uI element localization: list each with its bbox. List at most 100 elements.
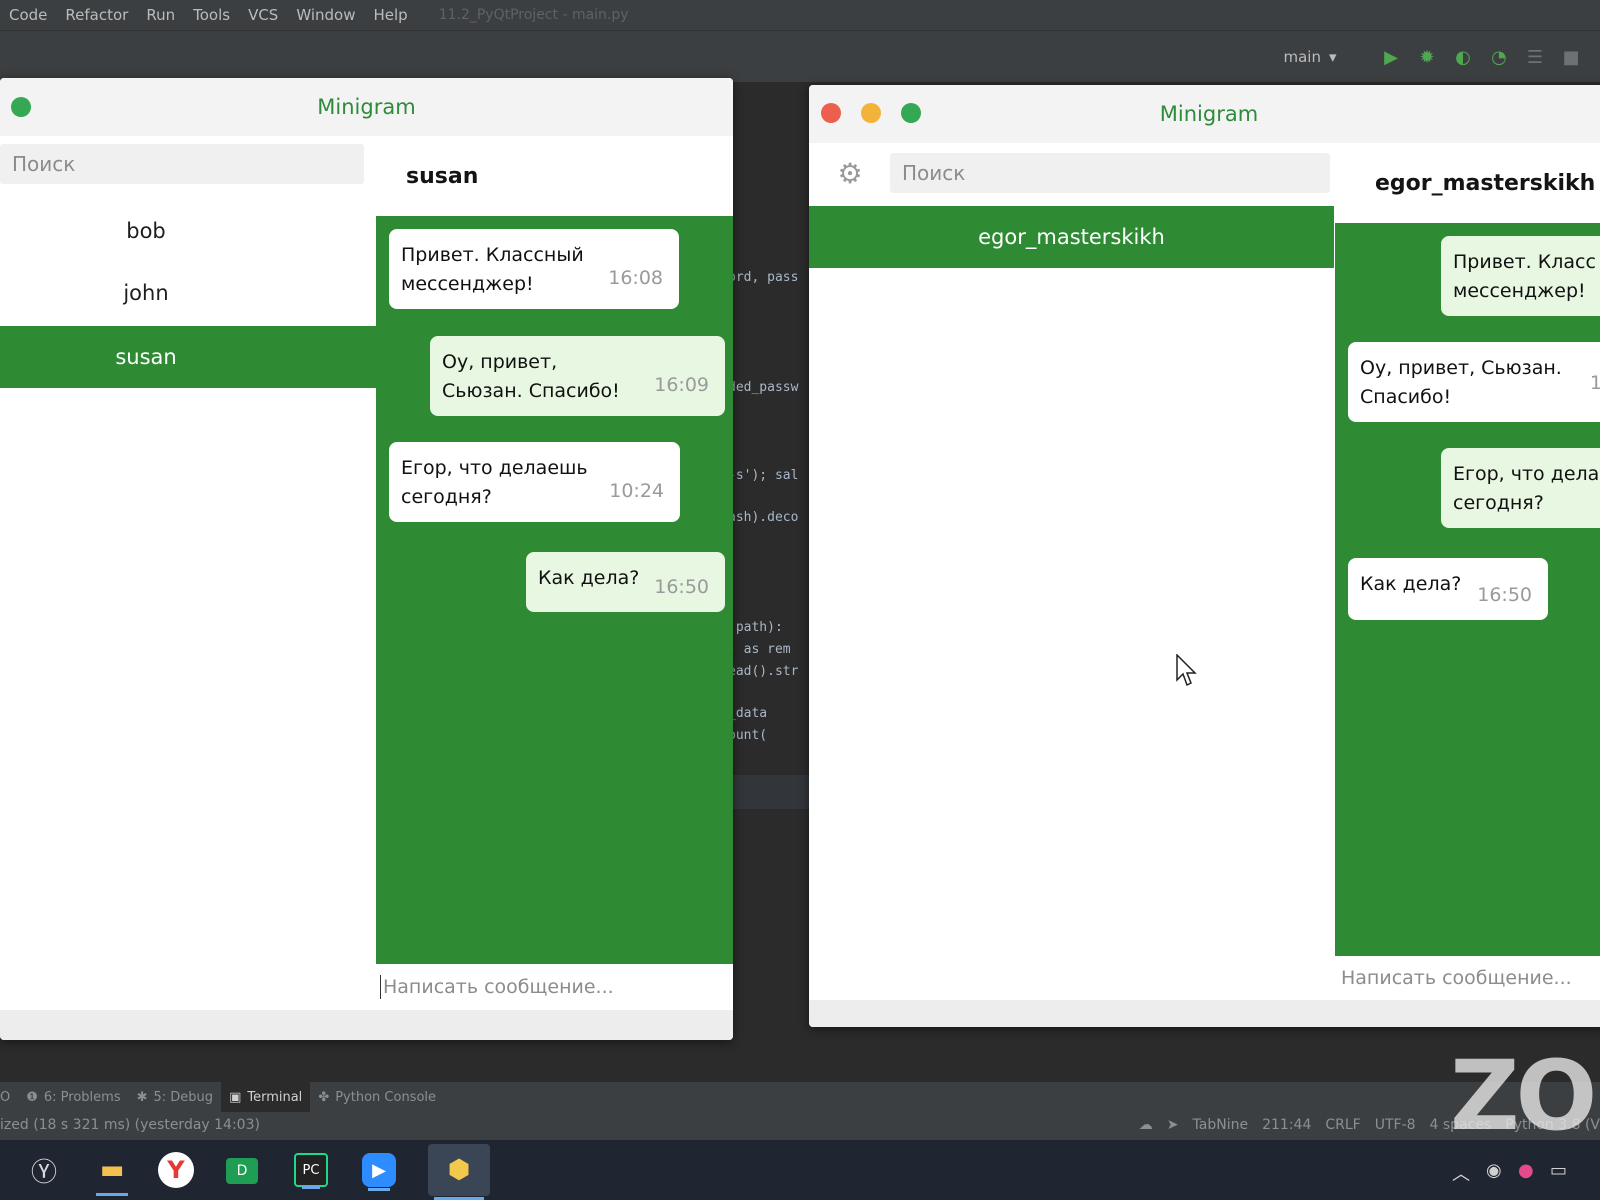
- status-position[interactable]: 211:44: [1262, 1117, 1311, 1133]
- search-placeholder: Поиск: [902, 161, 966, 185]
- search-placeholder: Поиск: [12, 152, 76, 176]
- message-bubble-outgoing: Егор, что дела сегодня?: [1441, 448, 1600, 528]
- tool-window-bar: O ❶ 6: Problems ✱ 5: Debug ▣ Terminal ✤ …: [0, 1082, 1600, 1112]
- code-editor-fragment: ord, pass ded_passw -s'); sal ash).deco …: [728, 260, 810, 780]
- status-line-sep[interactable]: CRLF: [1325, 1117, 1360, 1133]
- contact-label: egor_masterskikh: [978, 225, 1165, 249]
- maximize-button[interactable]: [11, 97, 31, 117]
- menu-refactor[interactable]: Refactor: [56, 6, 137, 24]
- yandex-icon[interactable]: Y: [158, 1152, 194, 1188]
- close-button[interactable]: [821, 103, 841, 123]
- chevron-up-icon[interactable]: ︿: [1452, 1160, 1470, 1186]
- notification-icon[interactable]: ●: [1518, 1160, 1534, 1181]
- code-line: ) as rem: [728, 642, 791, 657]
- window-titlebar: Minigram: [0, 78, 733, 136]
- message-text: сегодня?: [1453, 492, 1544, 514]
- chat-header-title: egor_masterskikh: [1375, 170, 1596, 196]
- tab-problems[interactable]: ❶ 6: Problems: [18, 1082, 128, 1112]
- zoom-icon[interactable]: ▶: [362, 1153, 396, 1191]
- message-time: 16:09: [654, 374, 709, 396]
- code-line: .path):: [728, 620, 783, 635]
- status-tabnine[interactable]: TabNine: [1193, 1117, 1249, 1133]
- message-text: Оу, привет, Сьюзан.: [1360, 357, 1562, 379]
- code-line: ount(: [728, 728, 768, 743]
- menu-code[interactable]: Code: [0, 6, 56, 24]
- build-icon[interactable]: ☰: [1524, 47, 1546, 69]
- message-text: мессенджер!: [1453, 280, 1586, 302]
- message-compose-input[interactable]: Написать сообщение...: [376, 964, 733, 1010]
- chat-header-title: susan: [406, 163, 479, 189]
- message-time: 16:08: [608, 267, 663, 289]
- search-input[interactable]: Поиск: [0, 144, 364, 184]
- message-bubble-incoming: Привет. Классный мессенджер! 16:08: [389, 229, 679, 309]
- tab-label: 6: Problems: [43, 1089, 121, 1105]
- tab-label: Terminal: [247, 1089, 303, 1105]
- record-icon[interactable]: ◉: [1486, 1160, 1502, 1181]
- window-titlebar: Minigram: [809, 85, 1600, 143]
- gear-icon[interactable]: ⚙: [835, 159, 865, 189]
- menu-window[interactable]: Window: [287, 6, 364, 24]
- window-title: Minigram: [317, 95, 416, 119]
- menu-tools[interactable]: Tools: [184, 6, 239, 24]
- message-bubble-incoming: Егор, что делаешь сегодня? 10:24: [389, 442, 680, 522]
- profile-icon[interactable]: ◔: [1488, 47, 1510, 69]
- message-bubble-outgoing: Оу, привет, Сьюзан. Спасибо! 16:09: [430, 336, 725, 416]
- message-bubble-outgoing: Привет. Класс мессенджер!: [1441, 236, 1600, 316]
- python-icon: ✤: [318, 1089, 330, 1105]
- tab-label: Python Console: [335, 1089, 437, 1105]
- chat-messages-area: Привет. Классный мессенджер! 16:08 Оу, п…: [376, 216, 733, 964]
- battery-icon[interactable]: ▭: [1550, 1160, 1567, 1181]
- status-bar: ized (18 s 321 ms) (yesterday 14:03) ☁ ➤…: [0, 1112, 1600, 1140]
- file-manager-icon[interactable]: ▬: [90, 1148, 134, 1196]
- message-compose-input[interactable]: Написать сообщение...: [1335, 956, 1600, 1000]
- minimize-button[interactable]: [861, 103, 881, 123]
- contact-item-egor-masterskikh[interactable]: egor_masterskikh: [809, 206, 1334, 268]
- window-bottom-strip: [809, 1000, 1600, 1027]
- message-text: Егор, что дела: [1453, 463, 1600, 485]
- message-text: Привет. Класс: [1453, 251, 1596, 273]
- ide-menubar: Code Refactor Run Tools VCS Window Help …: [0, 0, 1600, 30]
- python-app-icon[interactable]: ⬢: [428, 1144, 490, 1200]
- status-encoding[interactable]: UTF-8: [1375, 1117, 1416, 1133]
- message-bubble-incoming: Оу, привет, Сьюзан. Спасибо! 16: [1348, 342, 1600, 422]
- menu-run[interactable]: Run: [137, 6, 184, 24]
- project-title: 11.2_PyQtProject - main.py: [438, 7, 629, 23]
- pycharm-icon[interactable]: PC: [294, 1153, 328, 1189]
- contact-item-bob[interactable]: bob: [0, 200, 292, 262]
- run-icon[interactable]: ▶: [1380, 47, 1402, 69]
- message-bubble-outgoing: Как дела? 16:50: [526, 552, 725, 612]
- message-time: 16: [1589, 372, 1600, 394]
- menu-help[interactable]: Help: [364, 6, 416, 24]
- mouse-cursor-icon: [1176, 654, 1197, 687]
- text-caret: [380, 975, 381, 999]
- yandex-browser-icon[interactable]: Ⓨ: [22, 1148, 66, 1192]
- dataspell-icon[interactable]: D: [226, 1158, 258, 1184]
- watermark: ZO: [1450, 1040, 1597, 1152]
- search-input[interactable]: Поиск: [890, 153, 1330, 193]
- contact-label: bob: [126, 219, 166, 243]
- contact-item-susan[interactable]: susan: [0, 326, 376, 388]
- coverage-icon[interactable]: ◐: [1452, 47, 1474, 69]
- compose-placeholder: Написать сообщение...: [383, 976, 614, 998]
- contact-item-john[interactable]: john: [0, 262, 292, 324]
- app-indicator: [368, 1188, 390, 1191]
- chat-header: susan: [376, 136, 733, 216]
- chat-messages-area: Привет. Класс мессенджер! Оу, привет, Сь…: [1335, 223, 1600, 956]
- chat-header: egor_masterskikh: [1335, 143, 1600, 223]
- code-highlight-band: [728, 775, 810, 809]
- menu-vcs[interactable]: VCS: [239, 6, 287, 24]
- tab-python-console[interactable]: ✤ Python Console: [310, 1082, 444, 1112]
- warning-icon: ❶: [26, 1089, 38, 1105]
- tab-debug[interactable]: ✱ 5: Debug: [129, 1082, 221, 1112]
- run-config-select[interactable]: main ▾: [1262, 43, 1358, 71]
- tab-terminal[interactable]: ▣ Terminal: [221, 1082, 311, 1112]
- app-indicator: [302, 1186, 320, 1189]
- maximize-button[interactable]: [901, 103, 921, 123]
- debug-icon[interactable]: ✹: [1416, 47, 1438, 69]
- code-line: ord, pass: [728, 270, 799, 285]
- minigram-window-left: Minigram Поиск bob john susan susan Прив…: [0, 78, 733, 1040]
- code-line: ash).deco: [728, 510, 799, 525]
- code-line: ead().str: [728, 664, 799, 679]
- run-config-label: main: [1283, 48, 1321, 66]
- stop-icon[interactable]: ■: [1560, 47, 1582, 69]
